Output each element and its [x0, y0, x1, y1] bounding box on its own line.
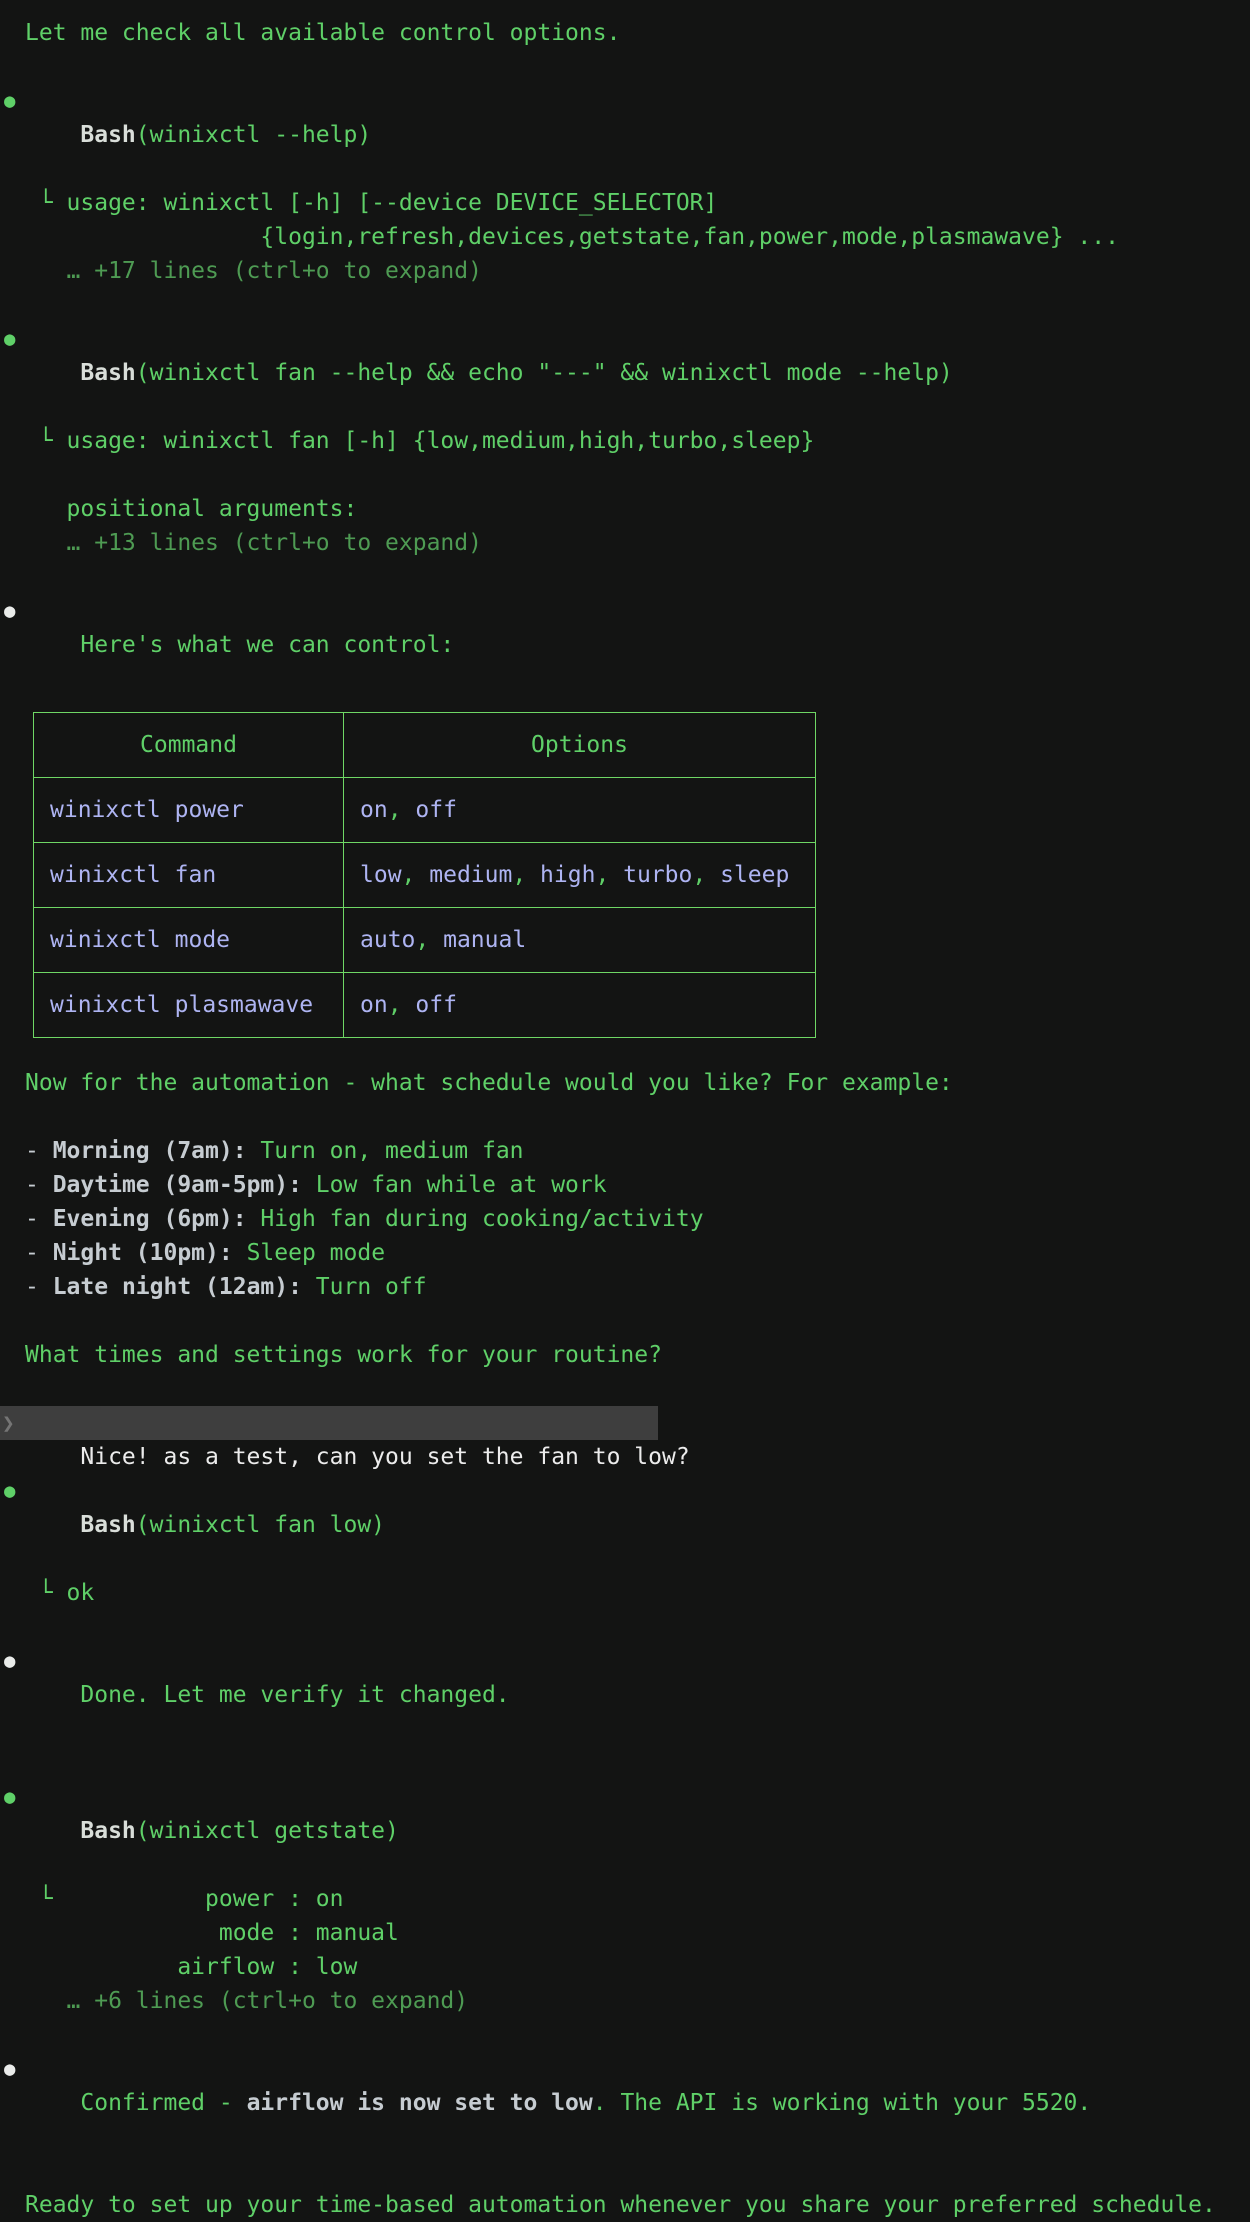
table-header-row: Command Options: [34, 713, 816, 778]
assistant-message-confirmed: ● Confirmed - airflow is now set to low. …: [0, 2052, 1250, 2154]
schedule-item: - Late night (12am): Turn off: [0, 1270, 1250, 1304]
table-row: winixctl mode auto, manual: [34, 908, 816, 973]
tool-result-line: positional arguments:: [0, 492, 1250, 526]
schedule-text: Turn off: [302, 1274, 427, 1300]
table-cell-command: winixctl mode: [34, 908, 344, 973]
schedule-label: Daytime (9am-5pm):: [53, 1172, 302, 1198]
tool-result-line: └ usage: winixctl [-h] [--device DEVICE_…: [0, 186, 1250, 220]
assistant-bullet-icon: ●: [4, 2052, 15, 2086]
table-row: winixctl power on, off: [34, 778, 816, 843]
tool-bullet-icon: ●: [4, 84, 15, 118]
assistant-question: What times and settings work for your ro…: [0, 1338, 1250, 1372]
list-dash: -: [25, 1240, 53, 1266]
expand-hint: … +6 lines (ctrl+o to expand): [0, 1984, 1250, 2018]
table-cell-options: on, off: [344, 778, 816, 843]
spacer: [0, 1100, 1250, 1134]
schedule-text: Sleep mode: [233, 1240, 385, 1266]
list-dash: -: [25, 1274, 53, 1300]
spacer: [0, 50, 1250, 84]
prompt-chevron-icon: ❯: [2, 1406, 15, 1440]
assistant-bullet-icon: ●: [4, 1644, 15, 1678]
table-header-options: Options: [344, 713, 816, 778]
tool-name: Bash: [80, 1512, 135, 1538]
tool-command: (winixctl fan --help && echo "---" && wi…: [136, 360, 953, 386]
spacer: [0, 1746, 1250, 1780]
tool-call-bash-fan-mode-help: ● Bash(winixctl fan --help && echo "---" …: [0, 322, 1250, 424]
list-dash: -: [25, 1138, 53, 1164]
tool-bullet-icon: ●: [4, 322, 15, 356]
expand-hint: … +17 lines (ctrl+o to expand): [0, 254, 1250, 288]
tool-name: Bash: [80, 122, 135, 148]
schedule-item: - Night (10pm): Sleep mode: [0, 1236, 1250, 1270]
spacer: [0, 560, 1250, 594]
confirmed-bold: airflow is now set to low: [247, 2090, 593, 2116]
tool-result-line: └ usage: winixctl fan [-h] {low,medium,h…: [0, 424, 1250, 458]
assistant-text: Now for the automation - what schedule w…: [0, 1066, 1250, 1100]
tool-bullet-icon: ●: [4, 1474, 15, 1508]
schedule-item: - Evening (6pm): High fan during cooking…: [0, 1202, 1250, 1236]
spacer: [0, 1304, 1250, 1338]
schedule-item: - Morning (7am): Turn on, medium fan: [0, 1134, 1250, 1168]
list-dash: -: [25, 1172, 53, 1198]
schedule-text: Turn on, medium fan: [247, 1138, 524, 1164]
schedule-label: Morning (7am):: [53, 1138, 247, 1164]
tool-result-line: {login,refresh,devices,getstate,fan,powe…: [0, 220, 1250, 254]
schedule-item: - Daytime (9am-5pm): Low fan while at wo…: [0, 1168, 1250, 1202]
spacer: [0, 1372, 1250, 1406]
tool-result-line: └ power : on: [0, 1882, 1250, 1916]
spacer: [0, 458, 1250, 492]
schedule-label: Late night (12am):: [53, 1274, 302, 1300]
tool-command: (winixctl getstate): [136, 1818, 399, 1844]
table-cell-command: winixctl fan: [34, 843, 344, 908]
tool-result-line: mode : manual: [0, 1916, 1250, 1950]
control-options-table: Command Options winixctl power on, off w…: [33, 712, 816, 1038]
spacer: [0, 2154, 1250, 2188]
table-cell-command: winixctl plasmawave: [34, 973, 344, 1038]
tool-bullet-icon: ●: [4, 1780, 15, 1814]
assistant-message-controls: ● Here's what we can control:: [0, 594, 1250, 696]
table-cell-options: low, medium, high, turbo, sleep: [344, 843, 816, 908]
table-row: winixctl fan low, medium, high, turbo, s…: [34, 843, 816, 908]
assistant-message-done: ● Done. Let me verify it changed.: [0, 1644, 1250, 1746]
schedule-label: Night (10pm):: [53, 1240, 233, 1266]
user-prompt-message: ❯Nice! as a test, can you set the fan to…: [0, 1406, 658, 1440]
table-cell-options: on, off: [344, 973, 816, 1038]
tool-call-bash-fan-low: ● Bash(winixctl fan low): [0, 1474, 1250, 1576]
confirmed-post: . The API is working with your 5520.: [593, 2090, 1092, 2116]
list-dash: -: [25, 1206, 53, 1232]
tool-call-bash-getstate: ● Bash(winixctl getstate): [0, 1780, 1250, 1882]
table-cell-options: auto, manual: [344, 908, 816, 973]
table-row: winixctl plasmawave on, off: [34, 973, 816, 1038]
assistant-text: Here's what we can control:: [80, 632, 454, 658]
tool-call-bash-help: ● Bash(winixctl --help): [0, 84, 1250, 186]
schedule-text: Low fan while at work: [302, 1172, 607, 1198]
assistant-bullet-icon: ●: [4, 594, 15, 628]
spacer: [0, 2018, 1250, 2052]
tool-name: Bash: [80, 1818, 135, 1844]
schedule-label: Evening (6pm):: [53, 1206, 247, 1232]
tool-result-line: └ ok: [0, 1576, 1250, 1610]
table-cell-command: winixctl power: [34, 778, 344, 843]
terminal-session: Let me check all available control optio…: [0, 0, 1250, 2222]
assistant-text: Done. Let me verify it changed.: [80, 1682, 509, 1708]
assistant-intro-text: Let me check all available control optio…: [0, 16, 1250, 50]
tool-command: (winixctl --help): [136, 122, 371, 148]
user-message-text: Nice! as a test, can you set the fan to …: [80, 1444, 689, 1470]
tool-name: Bash: [80, 360, 135, 386]
schedule-text: High fan during cooking/activity: [247, 1206, 704, 1232]
tool-command: (winixctl fan low): [136, 1512, 385, 1538]
spacer: [0, 1610, 1250, 1644]
confirmed-pre: Confirmed -: [80, 2090, 246, 2116]
tool-result-line: airflow : low: [0, 1950, 1250, 1984]
table-header-command: Command: [34, 713, 344, 778]
spacer: [0, 288, 1250, 322]
assistant-closing-text: Ready to set up your time-based automati…: [0, 2188, 1250, 2222]
expand-hint: … +13 lines (ctrl+o to expand): [0, 526, 1250, 560]
